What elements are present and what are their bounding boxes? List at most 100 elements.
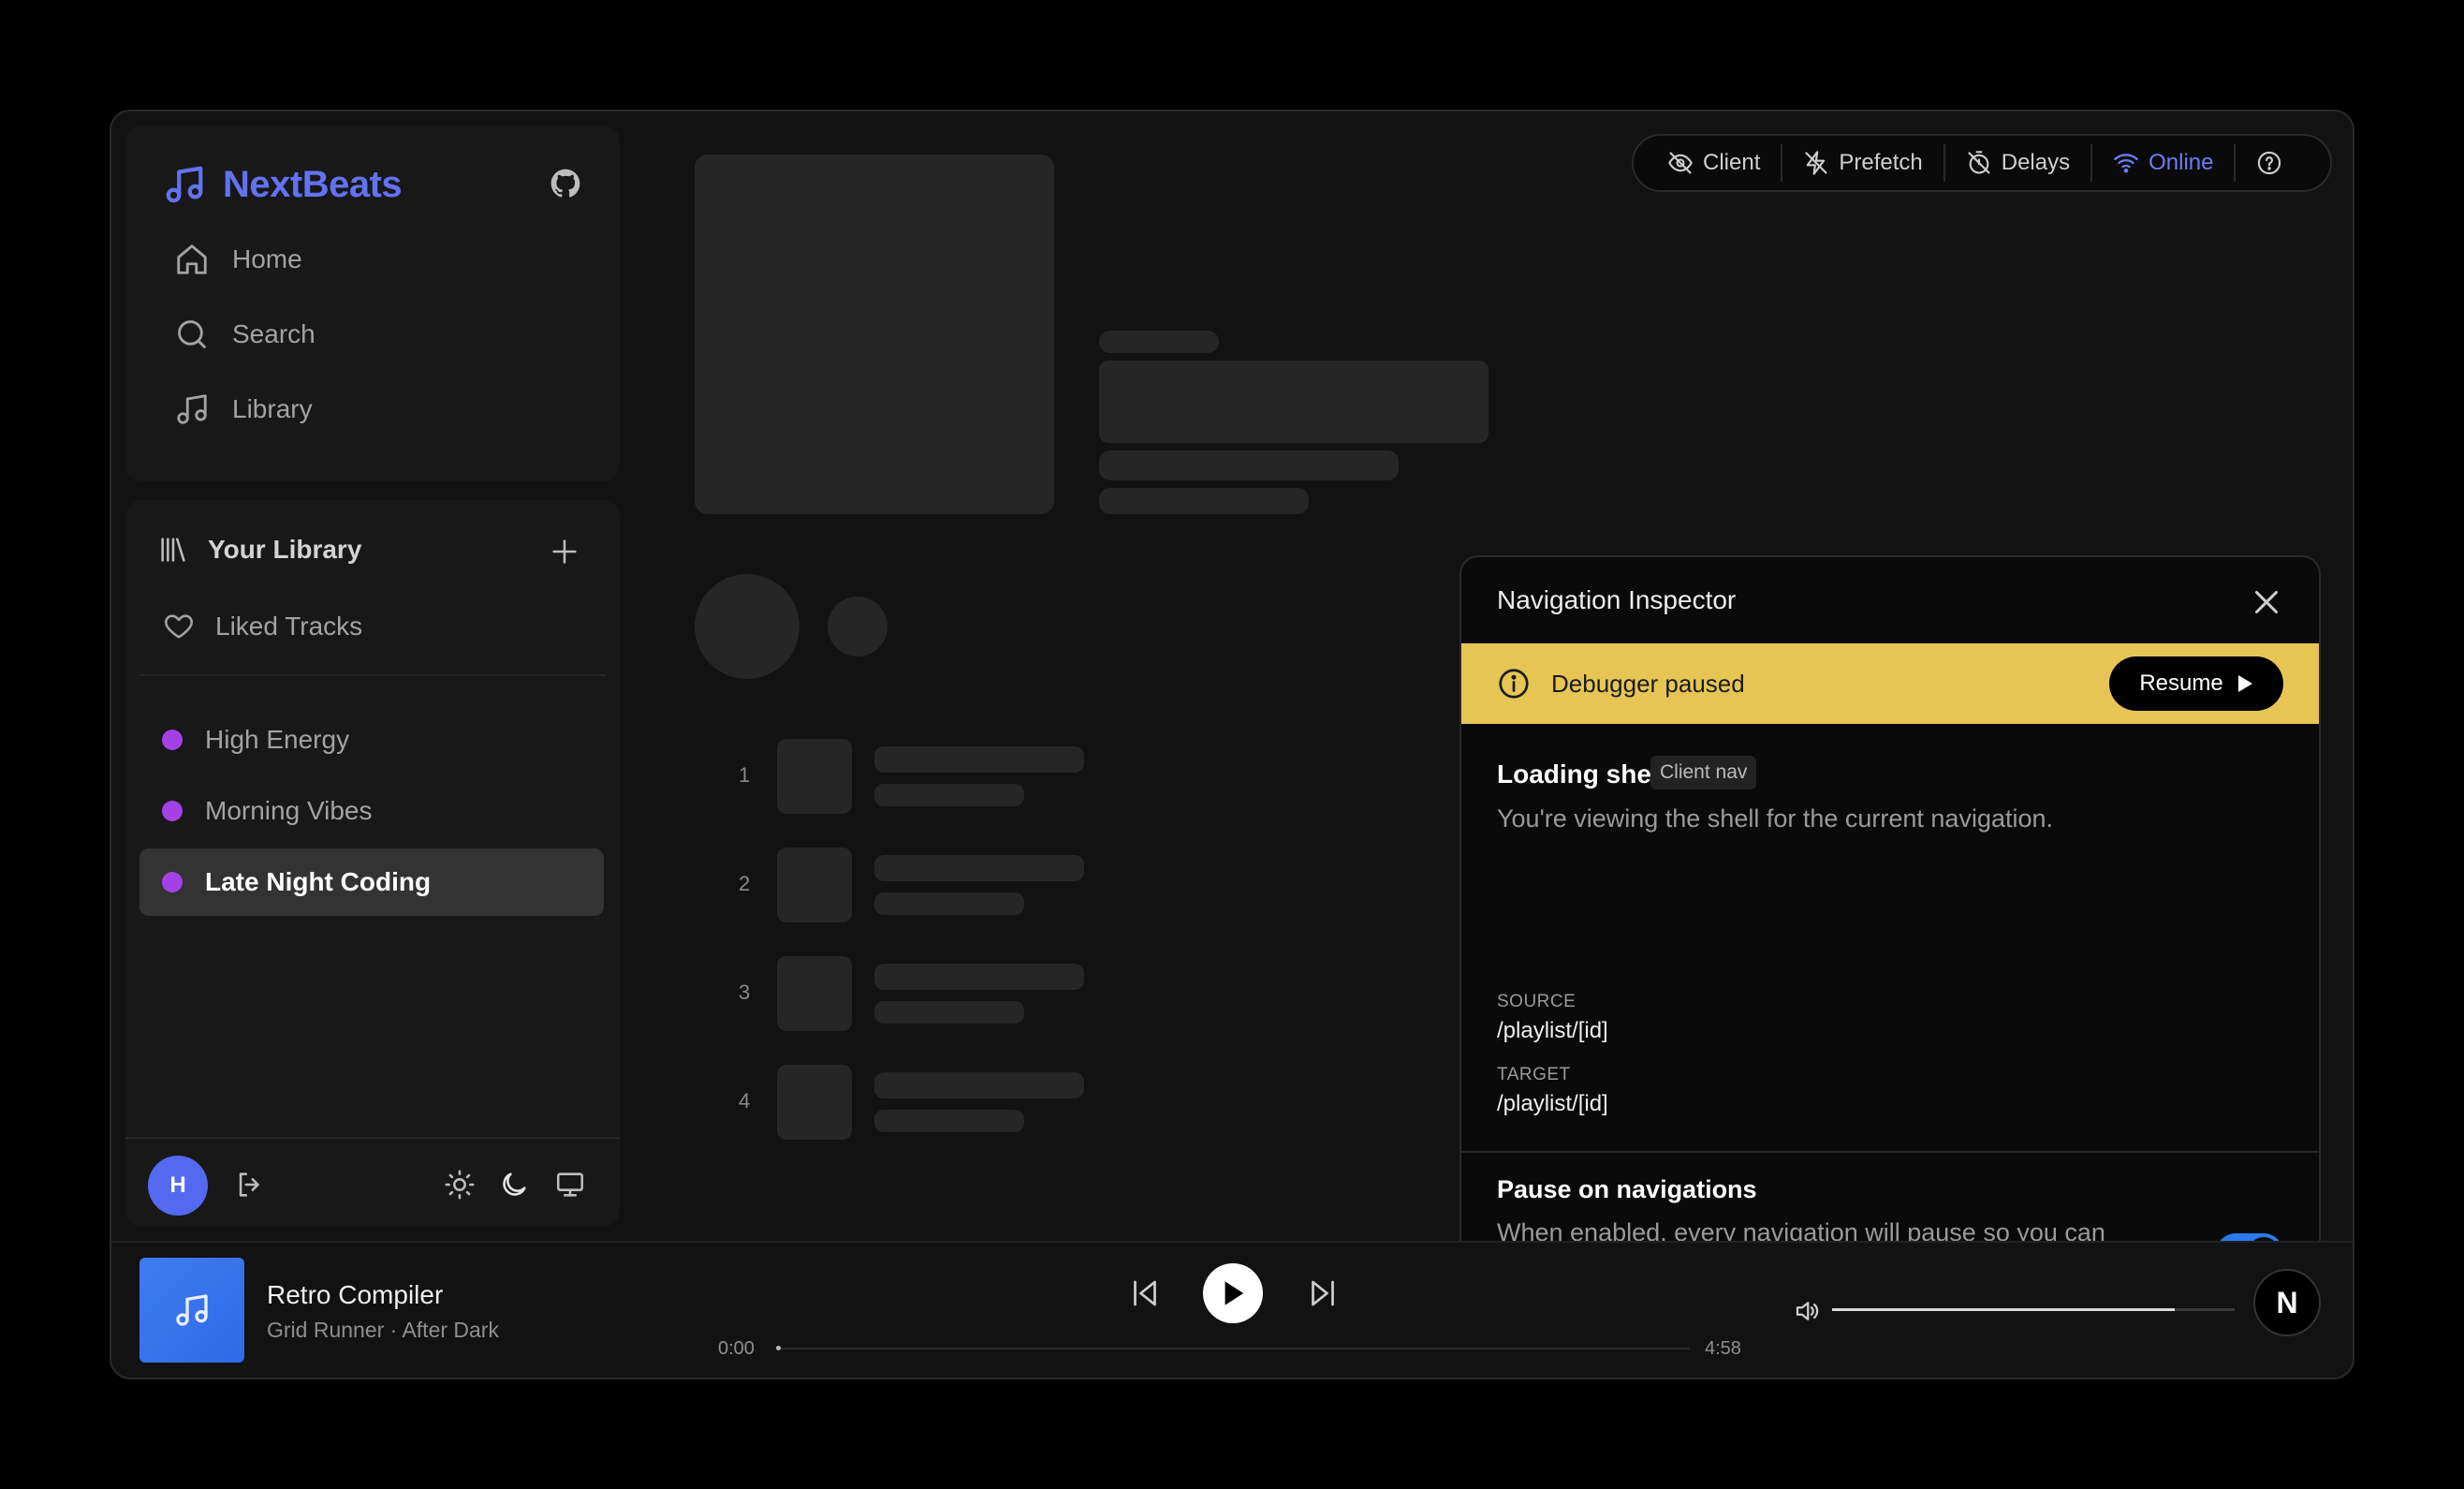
nav-search-label: Search	[232, 319, 315, 348]
sidebar-footer: H	[125, 1137, 620, 1227]
nav-library-label: Library	[232, 394, 313, 423]
play-button[interactable]	[1203, 1263, 1263, 1323]
target-label: TARGET	[1497, 1065, 1571, 1084]
player-bar: Retro Compiler Grid Runner · After Dark …	[111, 1241, 2353, 1378]
play-skeleton	[695, 574, 799, 679]
duration-time: 4:58	[1705, 1338, 1741, 1359]
row-number: 1	[739, 763, 751, 787]
client-nav-badge: Client nav	[1650, 756, 1757, 789]
eye-off-icon	[1668, 152, 1693, 174]
playlist-item[interactable]: High Energy	[139, 706, 604, 774]
thumb-skeleton	[777, 1065, 852, 1140]
pause-on-navigations-title: Pause on navigations	[1497, 1175, 1757, 1203]
playlist-dot-icon	[162, 872, 183, 892]
home-icon	[177, 244, 207, 274]
album-cover[interactable]	[139, 1258, 244, 1363]
thumb-skeleton	[777, 739, 852, 814]
skip-back-icon[interactable]	[1128, 1276, 1162, 1310]
dev-toolbar: Client Prefetch Delays Online	[1632, 134, 2332, 192]
source-label: SOURCE	[1497, 992, 1577, 1011]
text-skeleton	[874, 964, 1084, 990]
thumb-skeleton	[777, 848, 852, 922]
toggle-online[interactable]: Online	[2092, 144, 2237, 182]
client-label: Client	[1703, 150, 1761, 175]
online-label: Online	[2149, 150, 2214, 175]
navigation-inspector: Navigation Inspector Debugger paused Res…	[1459, 555, 2321, 1260]
loading-shell-description: You're viewing the shell for the current…	[1497, 804, 2054, 833]
title-skeleton	[1099, 361, 1489, 443]
progress-handle[interactable]	[776, 1346, 781, 1350]
liked-tracks[interactable]: Liked Tracks	[163, 611, 362, 642]
brand[interactable]: NextBeats	[163, 163, 403, 206]
nav-home-label: Home	[232, 244, 302, 273]
target-value: /playlist/[id]	[1497, 1091, 1608, 1116]
loading-shell-title: Loading shell	[1497, 759, 1666, 789]
toggle-delays[interactable]: Delays	[1945, 144, 2093, 182]
playlist-item[interactable]: Morning Vibes	[139, 777, 604, 845]
timer-off-icon	[1968, 151, 1990, 174]
progress-bar[interactable]	[776, 1348, 1690, 1349]
banner-text: Debugger paused	[1551, 669, 1745, 698]
monitor-icon[interactable]	[554, 1169, 586, 1201]
brand-name: NextBeats	[223, 163, 403, 205]
text-skeleton	[874, 1001, 1024, 1024]
toggle-prefetch[interactable]: Prefetch	[1782, 144, 1945, 182]
text-skeleton	[1099, 488, 1309, 514]
track-artist[interactable]: Grid Runner · After Dark	[267, 1318, 499, 1343]
playlist-dot-icon	[162, 801, 183, 821]
toggle-client[interactable]: Client	[1647, 144, 1783, 182]
liked-tracks-label: Liked Tracks	[215, 612, 363, 641]
avatar[interactable]: H	[148, 1156, 208, 1216]
music-note-icon	[177, 394, 207, 424]
nextjs-badge[interactable]: N	[2253, 1269, 2321, 1336]
moon-icon[interactable]	[498, 1169, 530, 1201]
text-skeleton	[1099, 450, 1399, 480]
resume-button[interactable]: Resume	[2109, 656, 2283, 711]
nav-library[interactable]: Library	[174, 391, 313, 427]
sun-icon[interactable]	[444, 1169, 476, 1201]
plus-icon[interactable]	[549, 536, 580, 568]
library-title: Your Library	[208, 535, 362, 564]
playlist-name: Late Night Coding	[205, 867, 432, 896]
nav-home[interactable]: Home	[174, 242, 302, 277]
playlist-name: Morning Vibes	[205, 796, 373, 825]
text-skeleton	[874, 855, 1084, 881]
sidebar-nav: NextBeats Home Search Library	[125, 125, 620, 481]
playlist-name: High Energy	[205, 725, 350, 754]
text-skeleton	[874, 892, 1024, 915]
delays-label: Delays	[2001, 150, 2071, 175]
help-circle-icon	[2258, 151, 2281, 175]
text-skeleton	[874, 1110, 1024, 1132]
inspector-title: Navigation Inspector	[1497, 585, 1737, 614]
library-header[interactable]: Your Library	[157, 534, 361, 566]
playlist-dot-icon	[162, 730, 183, 750]
github-icon[interactable]	[550, 169, 580, 199]
music-note-icon	[176, 1294, 208, 1326]
play-icon	[1225, 1281, 1244, 1305]
debugger-banner: Debugger paused Resume	[1461, 643, 2319, 724]
help-button[interactable]	[2236, 144, 2288, 182]
text-skeleton	[874, 784, 1024, 806]
divider	[139, 674, 606, 676]
volume-slider[interactable]	[1832, 1308, 2235, 1311]
info-icon	[1499, 669, 1529, 699]
playlist-item-active[interactable]: Late Night Coding	[139, 848, 604, 916]
heart-icon	[165, 614, 193, 639]
volume-fill	[1832, 1308, 2175, 1311]
skip-forward-icon[interactable]	[1306, 1276, 1340, 1310]
volume-icon[interactable]	[1793, 1297, 1821, 1325]
app-window: NextBeats Home Search Library Your Libra…	[110, 110, 2354, 1379]
track-title[interactable]: Retro Compiler	[267, 1280, 443, 1310]
row-number: 2	[739, 872, 751, 895]
music-note-icon	[166, 166, 203, 203]
close-icon[interactable]	[2250, 585, 2283, 619]
thumb-skeleton	[777, 956, 852, 1031]
divider	[1461, 1151, 2319, 1153]
logout-icon[interactable]	[234, 1169, 266, 1201]
wifi-icon	[2114, 154, 2138, 173]
library-icon	[161, 538, 185, 562]
sidebar-library: Your Library Liked Tracks High Energy Mo…	[125, 500, 620, 1227]
play-icon	[2237, 675, 2252, 692]
nav-search[interactable]: Search	[174, 317, 315, 352]
text-skeleton	[874, 1072, 1084, 1098]
